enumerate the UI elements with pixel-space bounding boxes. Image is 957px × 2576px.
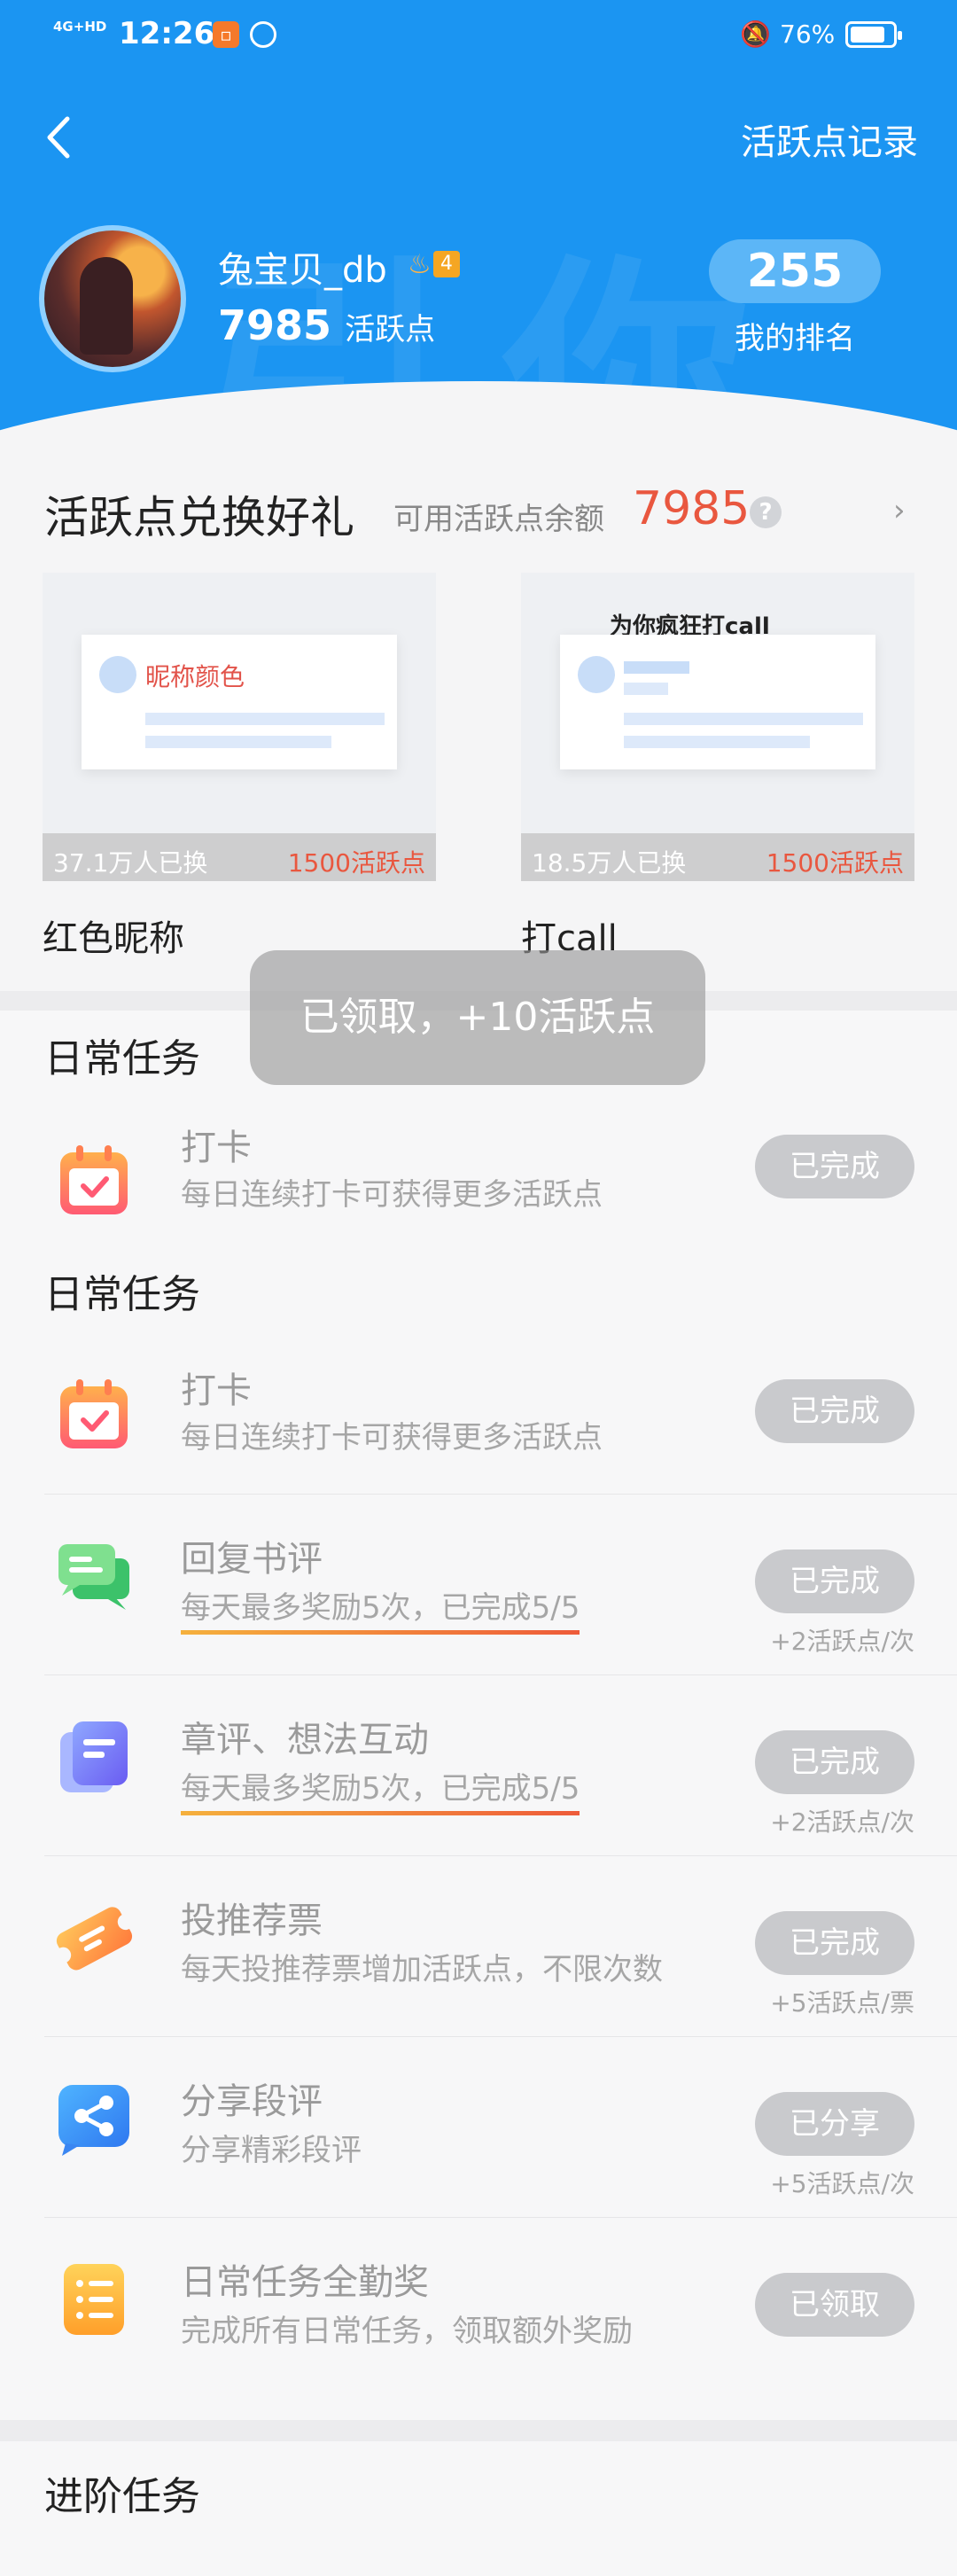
task-desc: 每日连续打卡可获得更多活跃点 [181,1420,603,1456]
task-row-chapter-comment: 章评、想法互动 每天最多奖励5次，已完成5/5 已完成 +2活跃点/次 [0,1675,957,1856]
back-button[interactable] [35,106,80,168]
document-icon [60,1721,128,1792]
task-name: 投推荐票 [181,1901,323,1941]
task-name: 日常任务全勤奖 [181,2262,429,2303]
task-bonus: +2活跃点/次 [770,1807,914,1837]
preview-line [145,736,331,748]
task-status-button[interactable]: 已完成 [755,1379,914,1443]
task-bonus: +2活跃点/次 [770,1627,914,1656]
ticket-icon [55,1907,134,1971]
reward-cost: 1500活跃点 [287,848,425,878]
task-bonus: +5活跃点/票 [770,1988,914,2018]
balance-value: 7985 [633,482,751,535]
preview-line [145,713,385,725]
exchange-title: 活跃点兑换好礼 [44,492,354,543]
chevron-right-icon[interactable]: › [893,493,906,528]
advanced-tasks-section: 进阶任务 [0,2441,957,2576]
calendar-check-icon [60,1145,128,1214]
balance-label: 可用活跃点余额 [393,502,604,537]
list-icon [64,2264,124,2335]
reward-footer: 18.5万人已换 1500活跃点 [521,833,914,881]
task-name: 章评、想法互动 [181,1720,429,1760]
activity-records-link[interactable]: 活跃点记录 [741,113,918,165]
task-desc: 分享精彩段评 [181,2133,362,2168]
preview-avatar-dot [578,656,615,693]
task-name: 回复书评 [181,1539,323,1580]
calendar-check-icon [60,1379,128,1448]
reward-preview [560,635,875,769]
section-divider [0,2420,957,2441]
reward-exchanged-count: 18.5万人已换 [532,848,687,878]
task-row-checkin: 打卡 每日连续打卡可获得更多活跃点 已完成 [0,1335,957,1495]
task-row-reply-review: 回复书评 每天最多奖励5次，已完成5/5 已完成 +2活跃点/次 [0,1495,957,1675]
status-bar: 4G+HD 12:26 ▫ 🔕 76% [0,0,957,71]
fire-icon: ♨ [408,248,432,280]
task-status-button[interactable]: 已完成 [755,1911,914,1975]
task-status-button[interactable]: 已完成 [755,1730,914,1794]
task-status-button[interactable]: 已领取 [755,2273,914,2337]
rank-label: 我的排名 [735,321,855,356]
task-row-share: 分享段评 分享精彩段评 已分享 +5活跃点/次 [0,2037,957,2218]
preview-line [624,713,863,725]
task-desc: 每日连续打卡可获得更多活跃点 [181,1177,603,1213]
task-status-button[interactable]: 已完成 [755,1550,914,1613]
task-row-vote: 投推荐票 每天投推荐票增加活跃点，不限次数 已完成 +5活跃点/票 [0,1856,957,2037]
reward-card-call[interactable]: 为你疯狂打call 18.5万人已换 1500活跃点 [521,573,914,881]
reward-footer: 37.1万人已换 1500活跃点 [43,833,436,881]
preview-avatar-dot [99,656,136,693]
task-status-button[interactable]: 已分享 [755,2092,914,2156]
daily-tasks-section: 日常任务 打卡 每日连续打卡可获得更多活跃点 已完成 日常任务 打卡 每日连续打… [0,1011,957,2420]
username: 兔宝贝_db [218,250,387,291]
task-bonus: +5活跃点/次 [770,2169,914,2198]
section-title-daily: 日常任务 [44,1036,200,1081]
task-desc: 每天投推荐票增加活跃点，不限次数 [181,1952,663,1987]
chevron-left-icon [47,116,70,159]
points-unit: 活跃点 [345,312,436,347]
avatar[interactable] [39,225,186,372]
task-desc: 每天最多奖励5次，已完成5/5 [181,1583,580,1635]
battery-icon [845,21,902,48]
share-icon [58,2085,129,2156]
reward-cost: 1500活跃点 [766,848,904,878]
points-value: 7985 [218,301,332,349]
task-desc: 完成所有日常任务，领取额外奖励 [181,2314,633,2349]
task-name: 分享段评 [181,2081,323,2122]
help-icon[interactable]: ? [750,496,782,528]
reward-exchanged-count: 37.1万人已换 [53,848,208,878]
preview-line [624,736,810,748]
reward-preview: 昵称颜色 [82,635,397,769]
level-badge: ♨ 4 [408,248,460,280]
rank-value[interactable]: 255 [709,239,881,303]
chat-bubbles-icon [58,1544,129,1610]
level-number: 4 [432,251,460,277]
reward-name[interactable]: 红色昵称 [43,909,184,961]
battery-percent: 76% [780,20,836,49]
preview-line [624,683,668,695]
task-status-button[interactable]: 已完成 [755,1135,914,1198]
status-time: 12:26 [119,16,215,51]
task-desc: 每天最多奖励5次，已完成5/5 [181,1764,580,1815]
section-title-daily-repeat: 日常任务 [44,1272,200,1317]
section-title-advanced: 进阶任务 [44,2474,200,2519]
task-name: 打卡 [181,1128,252,1168]
task-row-full-attendance: 日常任务全勤奖 完成所有日常任务，领取额外奖励 已领取 [0,2218,957,2399]
points-summary: 7985 活跃点 [218,301,435,349]
network-indicator: 4G+HD [53,19,107,35]
preview-line [624,661,689,674]
task-row-checkin: 打卡 每日连续打卡可获得更多活跃点 已完成 [0,1099,957,1259]
app-notification-icon: ▫ [213,21,239,48]
reward-card-red-nickname[interactable]: 昵称颜色 37.1万人已换 1500活跃点 [43,573,436,881]
preview-nickname-text: 昵称颜色 [145,662,245,691]
task-name: 打卡 [181,1370,252,1411]
toast-message: 已领取，+10活跃点 [250,950,705,1085]
mute-bell-icon: 🔕 [740,20,771,49]
app-notification-icon-2 [250,21,276,48]
